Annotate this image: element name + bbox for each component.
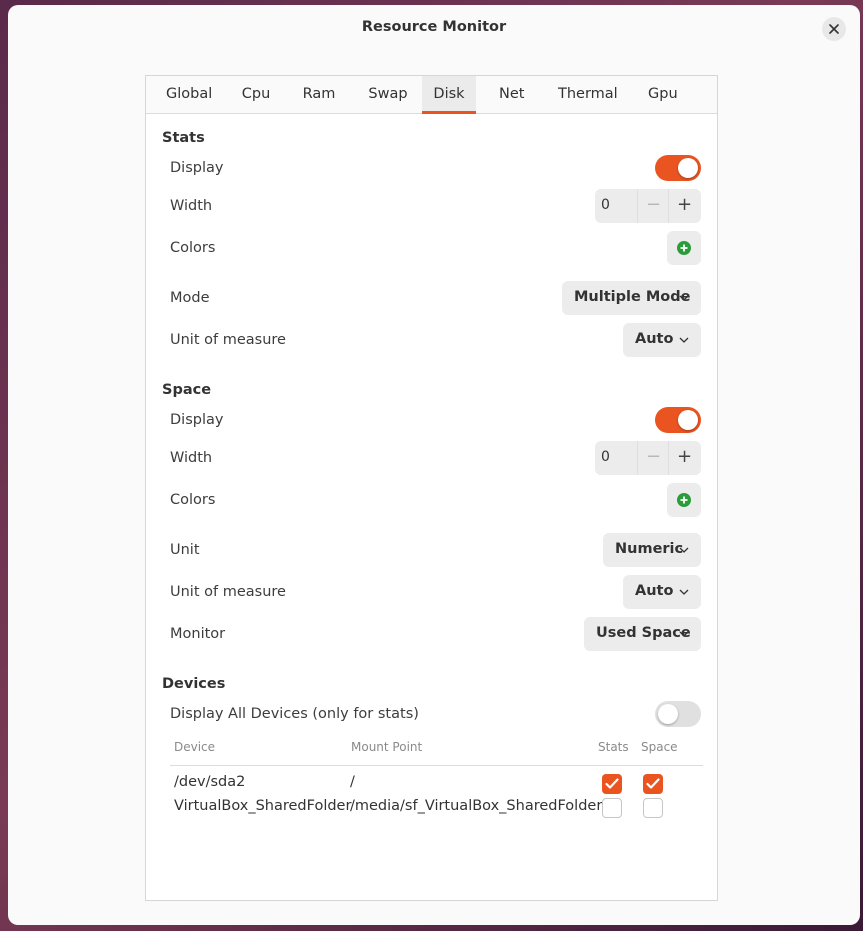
space-display-switch[interactable] <box>655 407 701 433</box>
space-width-spinbutton: 0 − + <box>595 441 701 475</box>
window-title: Resource Monitor <box>361 19 507 35</box>
stats-width-label: Width <box>170 198 213 214</box>
stats-width-increment-button[interactable]: + <box>668 189 700 223</box>
check-icon <box>605 778 619 789</box>
stats-unit-measure-label: Unit of measure <box>170 332 286 348</box>
column-header-device: Device <box>174 740 216 754</box>
space-width-decrement-button[interactable]: − <box>637 441 669 475</box>
display-all-devices-label: Display All Devices (only for stats) <box>170 706 419 722</box>
header-bar: Resource Monitor <box>8 5 860 51</box>
table-row-mount-point: /media/sf_VirtualBox_SharedFolder <box>350 798 603 814</box>
space-width-label: Width <box>170 450 213 466</box>
stats-unit-measure-value: Auto <box>635 331 674 347</box>
space-unit-dropdown[interactable]: Numeric <box>603 533 701 567</box>
space-unit-label: Unit <box>170 542 200 558</box>
space-unit-measure-dropdown[interactable]: Auto <box>623 575 701 609</box>
tab-ram[interactable]: Ram <box>294 76 344 114</box>
space-unit-value: Numeric <box>615 541 684 557</box>
stats-colors-label: Colors <box>170 240 216 256</box>
table-row-mount-point: / <box>350 774 355 790</box>
resource-monitor-window: Resource Monitor Global Cpu Ram Swap Dis… <box>8 5 860 925</box>
tab-cpu[interactable]: Cpu <box>233 76 279 114</box>
tab-global[interactable]: Global <box>158 76 218 114</box>
display-all-devices-switch[interactable] <box>655 701 701 727</box>
switch-knob <box>678 410 698 430</box>
chevron-down-icon <box>679 631 689 637</box>
stats-width-value[interactable]: 0 <box>601 197 610 213</box>
tab-disk[interactable]: Disk <box>422 76 476 114</box>
stats-width-spinbutton: 0 − + <box>595 189 701 223</box>
column-header-stats: Stats <box>598 740 629 754</box>
devices-section-title: Devices <box>162 676 226 692</box>
tab-gpu[interactable]: Gpu <box>640 76 684 114</box>
space-monitor-label: Monitor <box>170 626 226 642</box>
stats-section-title: Stats <box>162 130 205 146</box>
space-unit-measure-label: Unit of measure <box>170 584 286 600</box>
add-color-icon <box>677 493 691 507</box>
space-width-increment-button[interactable]: + <box>668 441 700 475</box>
space-section-title: Space <box>162 382 212 398</box>
switch-knob <box>658 704 678 724</box>
column-header-space: Space <box>641 740 678 754</box>
table-row-device: VirtualBox_SharedFolder <box>174 798 352 814</box>
column-header-mount-point: Mount Point <box>351 740 423 754</box>
tab-thermal[interactable]: Thermal <box>550 76 624 114</box>
space-colors-label: Colors <box>170 492 216 508</box>
chevron-down-icon <box>679 547 689 553</box>
row1-stats-checkbox[interactable] <box>602 774 622 794</box>
space-monitor-dropdown[interactable]: Used Space <box>584 617 701 651</box>
chevron-down-icon <box>679 295 689 301</box>
add-color-icon <box>677 241 691 255</box>
switch-knob <box>678 158 698 178</box>
close-icon <box>829 24 839 34</box>
stats-mode-dropdown[interactable]: Multiple Mode <box>562 281 701 315</box>
stats-add-color-button[interactable] <box>667 231 701 265</box>
tab-net[interactable]: Net <box>491 76 531 114</box>
stats-mode-label: Mode <box>170 290 210 306</box>
table-row-device: /dev/sda2 <box>174 774 246 790</box>
row2-stats-checkbox[interactable] <box>602 798 622 818</box>
stats-display-switch[interactable] <box>655 155 701 181</box>
stats-unit-measure-dropdown[interactable]: Auto <box>623 323 701 357</box>
check-icon <box>646 778 660 789</box>
stats-mode-value: Multiple Mode <box>574 289 691 305</box>
chevron-down-icon <box>679 337 689 343</box>
table-header-divider <box>170 765 703 766</box>
close-button[interactable] <box>822 17 846 41</box>
row1-space-checkbox[interactable] <box>643 774 663 794</box>
row2-space-checkbox[interactable] <box>643 798 663 818</box>
space-monitor-value: Used Space <box>596 625 691 641</box>
chevron-down-icon <box>679 589 689 595</box>
tab-bar: Global Cpu Ram Swap Disk Net Thermal Gpu <box>146 76 717 114</box>
stats-width-decrement-button[interactable]: − <box>637 189 669 223</box>
preferences-panel: Global Cpu Ram Swap Disk Net Thermal Gpu… <box>145 75 718 901</box>
tab-swap[interactable]: Swap <box>358 76 418 114</box>
space-width-value[interactable]: 0 <box>601 449 610 465</box>
space-add-color-button[interactable] <box>667 483 701 517</box>
space-display-label: Display <box>170 412 224 428</box>
stats-display-label: Display <box>170 160 224 176</box>
space-unit-measure-value: Auto <box>635 583 674 599</box>
